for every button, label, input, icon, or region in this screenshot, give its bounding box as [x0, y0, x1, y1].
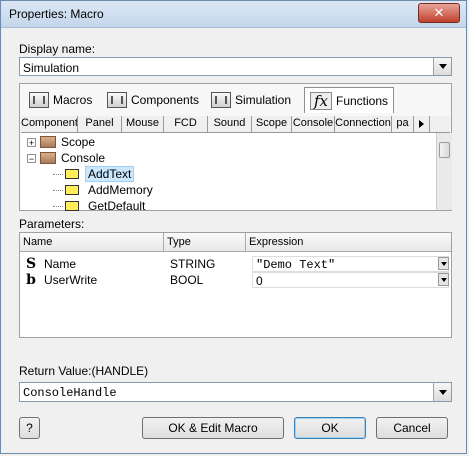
tree-item-label: AddText — [85, 166, 135, 182]
close-button[interactable]: ✕ — [418, 3, 460, 23]
return-value-value: ConsoleHandle — [23, 386, 117, 400]
function-icon — [65, 185, 79, 195]
expression-dropdown[interactable] — [438, 273, 449, 286]
subtab-panel[interactable]: Panel — [78, 116, 122, 132]
chevron-down-icon — [440, 261, 447, 266]
tab-label: Macros — [53, 93, 93, 107]
tab-functions[interactable]: fx Functions — [304, 87, 395, 113]
chevron-down-icon — [438, 389, 447, 395]
help-button[interactable]: ? — [19, 417, 40, 439]
return-value-label: Return Value:(HANDLE) — [19, 364, 149, 378]
tab-macros[interactable]: Macros — [24, 88, 97, 112]
string-type-icon: S — [25, 256, 37, 272]
tree-item-label: Scope — [61, 135, 96, 149]
tree-item-scope[interactable]: + Scope — [27, 134, 95, 150]
display-name-combo[interactable]: Simulation — [19, 57, 452, 76]
cancel-button[interactable]: Cancel — [376, 417, 448, 439]
parameters-grid: Name Type Expression S Name STRING "Demo… — [19, 232, 452, 338]
subtab-scroll-right[interactable] — [414, 116, 430, 132]
param-expression[interactable]: "Demo Text" — [252, 256, 449, 272]
subtab-overflow[interactable]: pa — [392, 116, 414, 132]
component-icon — [211, 92, 231, 108]
tree-item-label: GetDefault — [88, 199, 146, 213]
chevron-down-icon — [440, 277, 447, 282]
tab-label: Components — [131, 93, 200, 107]
tab-components[interactable]: Components — [102, 88, 204, 112]
subtab-fcd[interactable]: FCD — [164, 116, 208, 132]
ok-button[interactable]: OK — [294, 417, 366, 439]
tree-line — [53, 173, 63, 175]
parameters-label: Parameters: — [19, 217, 85, 231]
collapse-icon[interactable]: − — [27, 153, 36, 163]
tree-item-getdefault[interactable]: GetDefault — [53, 198, 148, 214]
display-name-dropdown[interactable] — [433, 58, 451, 75]
function-icon — [65, 201, 79, 211]
category-tabs: Component Panel Mouse FCD Sound Scope Co… — [21, 116, 450, 133]
tree-scrollbar[interactable] — [436, 133, 452, 210]
function-browser: Macros Components Simulation fx Function… — [19, 83, 452, 213]
subtab-component[interactable]: Component — [21, 116, 78, 132]
tree-item-console[interactable]: − Console — [27, 150, 105, 166]
subtab-console[interactable]: Console — [292, 116, 335, 132]
display-name-value: Simulation — [23, 61, 80, 75]
subtab-connection[interactable]: Connection — [335, 116, 392, 132]
return-value-combo[interactable]: ConsoleHandle — [19, 382, 452, 402]
title-bar[interactable]: Properties: Macro ✕ — [1, 1, 466, 28]
tree-item-addtext[interactable]: AddText — [53, 166, 135, 182]
column-header-name[interactable]: Name — [20, 233, 164, 251]
param-type: BOOL — [170, 273, 204, 287]
tab-label: Functions — [336, 93, 389, 108]
column-header-type[interactable]: Type — [164, 233, 246, 251]
function-tree: + Scope − Console AddText AddMemory GetD… — [21, 133, 436, 213]
tree-item-addmemory[interactable]: AddMemory — [53, 182, 156, 198]
chevron-down-icon — [438, 64, 447, 69]
tree-line — [53, 205, 63, 207]
param-type: STRING — [170, 257, 216, 271]
function-icon — [65, 169, 79, 179]
expression-dropdown[interactable] — [438, 257, 449, 270]
table-row[interactable]: b UserWrite BOOL 0 — [22, 272, 449, 288]
param-expression[interactable]: 0 — [252, 272, 449, 288]
bool-type-icon: b — [26, 272, 36, 288]
fx-icon: fx — [310, 91, 332, 110]
table-row[interactable]: S Name STRING "Demo Text" — [22, 256, 449, 272]
folder-icon — [40, 152, 56, 164]
chevron-right-icon — [419, 120, 424, 128]
tab-label: Simulation — [235, 93, 292, 107]
subtab-sound[interactable]: Sound — [208, 116, 252, 132]
parameters-header: Name Type Expression — [20, 233, 451, 252]
tree-item-label: Console — [61, 151, 106, 165]
tree-line — [53, 189, 63, 191]
param-name: Name — [44, 257, 77, 271]
properties-dialog: Properties: Macro ✕ Display name: Simula… — [0, 0, 467, 454]
tab-simulation[interactable]: Simulation — [206, 88, 296, 112]
display-name-label: Display name: — [19, 42, 96, 56]
component-icon — [29, 92, 49, 108]
expand-icon[interactable]: + — [27, 137, 36, 147]
subtab-mouse[interactable]: Mouse — [122, 116, 164, 132]
subtab-scope[interactable]: Scope — [252, 116, 292, 132]
tree-item-label: AddMemory — [88, 183, 153, 197]
scroll-thumb[interactable] — [439, 142, 450, 158]
window-title: Properties: Macro — [9, 7, 104, 21]
component-icon — [107, 92, 127, 108]
folder-icon — [40, 136, 56, 148]
param-name: UserWrite — [44, 273, 98, 287]
return-value-dropdown[interactable] — [433, 383, 451, 401]
ok-edit-macro-button[interactable]: OK & Edit Macro — [142, 417, 284, 439]
column-header-expression[interactable]: Expression — [246, 233, 451, 251]
